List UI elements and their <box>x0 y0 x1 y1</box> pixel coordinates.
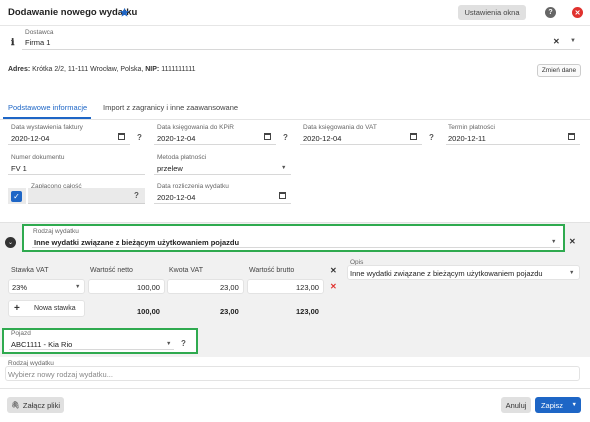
calendar-icon[interactable] <box>410 133 417 140</box>
plus-icon: + <box>14 303 20 314</box>
supplier-address: Adres: Krótka 2/2, 11-111 Wrocław, Polsk… <box>8 66 195 73</box>
total-gross: 123,00 <box>296 307 319 316</box>
chevron-down-icon[interactable]: ▼ <box>75 284 80 290</box>
help-icon[interactable]: ? <box>429 133 434 142</box>
calendar-icon[interactable] <box>568 133 575 140</box>
supplier-select[interactable] <box>22 35 580 50</box>
tab-basic-info[interactable]: Podstawowe informacje <box>8 103 87 112</box>
payment-method-label: Metoda płatności <box>157 154 207 161</box>
tab-import-advanced[interactable]: Import z zagranicy i inne zaawansowane <box>103 103 238 112</box>
settlement-date-label: Data rozliczenia wydatku <box>157 183 229 190</box>
save-button[interactable]: Zapisz ▼ <box>535 397 581 413</box>
close-icon[interactable]: ✕ <box>572 7 583 18</box>
vat-table-header-gross: Wartość brutto <box>249 267 295 274</box>
help-icon[interactable]: ? <box>545 7 556 18</box>
net-value: 100,00 <box>137 283 160 292</box>
dialog-header: Dodawanie nowego wydatku Ustawienia okna… <box>0 0 590 26</box>
vehicle-value: ABC1111 - Kia Rio <box>11 340 73 349</box>
total-vat: 23,00 <box>220 307 239 316</box>
chevron-down-icon[interactable]: ▼ <box>569 270 574 276</box>
supplier-dropdown-icon[interactable]: ▼ <box>570 38 576 44</box>
due-date-label: Termin płatności <box>448 124 495 131</box>
add-rate-label: Nowa stawka <box>34 305 76 312</box>
vat-rate-value: 23% <box>12 283 28 292</box>
help-icon[interactable]: ? <box>181 339 186 348</box>
supplier-clear-icon[interactable]: ✕ <box>553 37 560 46</box>
new-expense-placeholder: Wybierz nowy rodzaj wydatku... <box>8 370 113 379</box>
paid-full-checkbox[interactable]: ✓ <box>11 191 22 202</box>
chevron-down-icon[interactable]: ▼ <box>572 402 577 408</box>
vat-table-header-rate: Stawka VAT <box>11 267 49 274</box>
clear-all-icon[interactable]: ✕ <box>330 266 337 275</box>
add-rate-button[interactable]: + Nowa stawka <box>8 300 85 317</box>
cancel-button[interactable]: Anuluj <box>501 397 531 413</box>
doc-number-label: Numer dokumentu <box>11 154 65 161</box>
remove-row-icon[interactable]: ✕ <box>330 282 337 291</box>
expense-type-value: Inne wydatki związane z bieżącym użytkow… <box>34 238 240 247</box>
change-data-button[interactable]: Zmień dane <box>537 64 581 77</box>
vat-date-value: 2020-12-04 <box>303 134 342 143</box>
vat-table-header-vat: Kwota VAT <box>169 267 203 274</box>
help-icon[interactable]: ? <box>134 191 139 200</box>
help-icon[interactable]: ? <box>137 133 142 142</box>
favorite-star-icon[interactable] <box>118 6 130 18</box>
supplier-info-icon: ℹ <box>11 37 15 47</box>
window-settings-button[interactable]: Ustawienia okna <box>458 5 526 20</box>
help-icon[interactable]: ? <box>283 133 288 142</box>
total-net: 100,00 <box>137 307 160 316</box>
invoice-date-label: Data wystawienia faktury <box>11 124 83 131</box>
calendar-icon[interactable] <box>264 133 271 140</box>
attach-files-button[interactable]: 🖇 Załącz pliki <box>7 397 64 413</box>
save-label: Zapisz <box>540 400 564 410</box>
collapse-icon[interactable]: ⌄ <box>5 237 16 248</box>
settlement-date-value: 2020-12-04 <box>157 193 196 202</box>
paid-amount-field[interactable] <box>28 188 145 204</box>
vat-date-label: Data księgowania do VAT <box>303 124 377 131</box>
invoice-date-value: 2020-12-04 <box>11 134 50 143</box>
chevron-down-icon[interactable]: ▼ <box>166 341 171 347</box>
remove-expense-icon[interactable]: ✕ <box>569 237 576 246</box>
calendar-icon[interactable] <box>118 133 125 140</box>
supplier-value: Firma 1 <box>25 38 51 47</box>
footer-separator <box>0 388 590 389</box>
nip-value: 1111111111 <box>161 66 196 73</box>
calendar-icon[interactable] <box>279 192 286 199</box>
address-label: Adres: <box>8 66 31 73</box>
nip-label: NIP: <box>145 66 160 73</box>
chevron-down-icon[interactable]: ▼ <box>551 239 556 245</box>
kpir-date-value: 2020-12-04 <box>157 134 196 143</box>
tabs-separator <box>0 119 590 120</box>
vat-amount-value: 23,00 <box>220 283 239 292</box>
due-date-value: 2020-12-11 <box>448 134 486 143</box>
chevron-down-icon[interactable]: ▼ <box>281 165 286 171</box>
gross-value: 123,00 <box>296 283 319 292</box>
doc-number-value: FV 1 <box>11 164 27 173</box>
vat-table-header-net: Wartość netto <box>90 267 133 274</box>
doc-number-input[interactable] <box>8 161 145 175</box>
attach-files-label: Załącz pliki <box>22 400 60 410</box>
paperclip-icon: 🖇 <box>11 402 20 409</box>
payment-method-value: przelew <box>157 164 183 173</box>
address-value: Krótka 2/2, 11-111 Wrocław, Polska, <box>32 66 144 73</box>
description-value: Inne wydatki związane z bieżącym użytkow… <box>350 269 543 278</box>
kpir-date-label: Data księgowania do KPiR <box>157 124 234 131</box>
